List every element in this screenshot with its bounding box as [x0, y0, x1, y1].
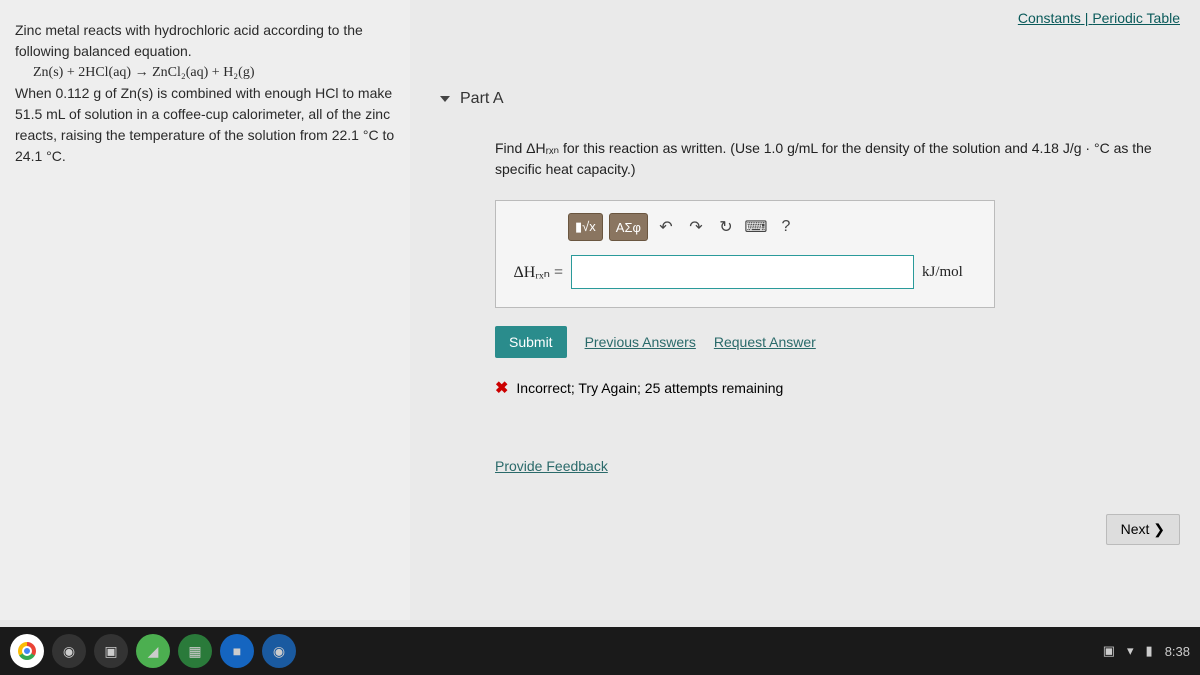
keyboard-icon[interactable]: ⌨: [744, 215, 768, 239]
incorrect-icon: ✖: [495, 378, 508, 398]
unit-label: kJ/mol: [922, 264, 982, 281]
chrome-icon[interactable]: [10, 634, 44, 668]
redo-icon[interactable]: ↷: [684, 215, 708, 239]
answer-container: ▮√x ΑΣφ ↶ ↷ ↻ ⌨ ? ΔHᵣₓₙ = kJ/mol: [495, 200, 995, 308]
status-text: Incorrect; Try Again; 25 attempts remain…: [516, 380, 783, 396]
submit-button[interactable]: Submit: [495, 326, 567, 358]
part-label: Part A: [460, 90, 504, 108]
wifi-icon[interactable]: ▾: [1127, 643, 1134, 659]
app-icon-1[interactable]: ◉: [52, 634, 86, 668]
request-answer-link[interactable]: Request Answer: [714, 334, 816, 350]
problem-details: When 0.112 g of Zn(s) is combined with e…: [15, 83, 395, 167]
files-icon[interactable]: ◢: [136, 634, 170, 668]
camera-icon[interactable]: ◉: [262, 634, 296, 668]
taskbar: ◉ ▣ ◢ ▦ ■ ◉ ▣ ▾ ▮ 8:38: [0, 627, 1200, 675]
status-row: ✖ Incorrect; Try Again; 25 attempts rema…: [495, 378, 1180, 398]
provide-feedback-link[interactable]: Provide Feedback: [495, 458, 608, 474]
sheets-icon[interactable]: ▦: [178, 634, 212, 668]
help-icon[interactable]: ?: [774, 215, 798, 239]
question-panel: Constants | Periodic Table Part A Find Δ…: [410, 0, 1200, 620]
problem-statement-panel: Zinc metal reacts with hydrochloric acid…: [0, 0, 410, 620]
problem-intro: Zinc metal reacts with hydrochloric acid…: [15, 20, 395, 62]
chevron-down-icon: [440, 96, 450, 102]
problem-equation: Zn(s) + 2HCl(aq) → ZnCl₂(aq) + H₂(g): [33, 62, 395, 83]
reset-icon[interactable]: ↻: [714, 215, 738, 239]
previous-answers-link[interactable]: Previous Answers: [585, 334, 696, 350]
constants-link[interactable]: Constants: [1018, 10, 1081, 26]
templates-button[interactable]: ▮√x: [568, 213, 603, 241]
next-button[interactable]: Next ❯: [1106, 514, 1180, 545]
undo-icon[interactable]: ↶: [654, 215, 678, 239]
answer-input[interactable]: [571, 255, 914, 289]
periodic-table-link[interactable]: Periodic Table: [1092, 10, 1180, 26]
symbols-button[interactable]: ΑΣφ: [609, 213, 648, 241]
equation-toolbar: ▮√x ΑΣφ ↶ ↷ ↻ ⌨ ?: [568, 213, 982, 241]
variable-label: ΔHᵣₓₙ =: [508, 262, 563, 282]
video-icon[interactable]: ■: [220, 634, 254, 668]
part-header[interactable]: Part A: [440, 90, 1180, 108]
app-icon-2[interactable]: ▣: [94, 634, 128, 668]
battery-icon[interactable]: ▮: [1146, 643, 1153, 659]
reference-links: Constants | Periodic Table: [1018, 10, 1180, 26]
clock[interactable]: 8:38: [1165, 644, 1190, 659]
tray-icon[interactable]: ▣: [1103, 643, 1115, 659]
question-prompt: Find ΔHᵣₓₙ for this reaction as written.…: [495, 138, 1180, 180]
link-separator: |: [1081, 10, 1092, 26]
